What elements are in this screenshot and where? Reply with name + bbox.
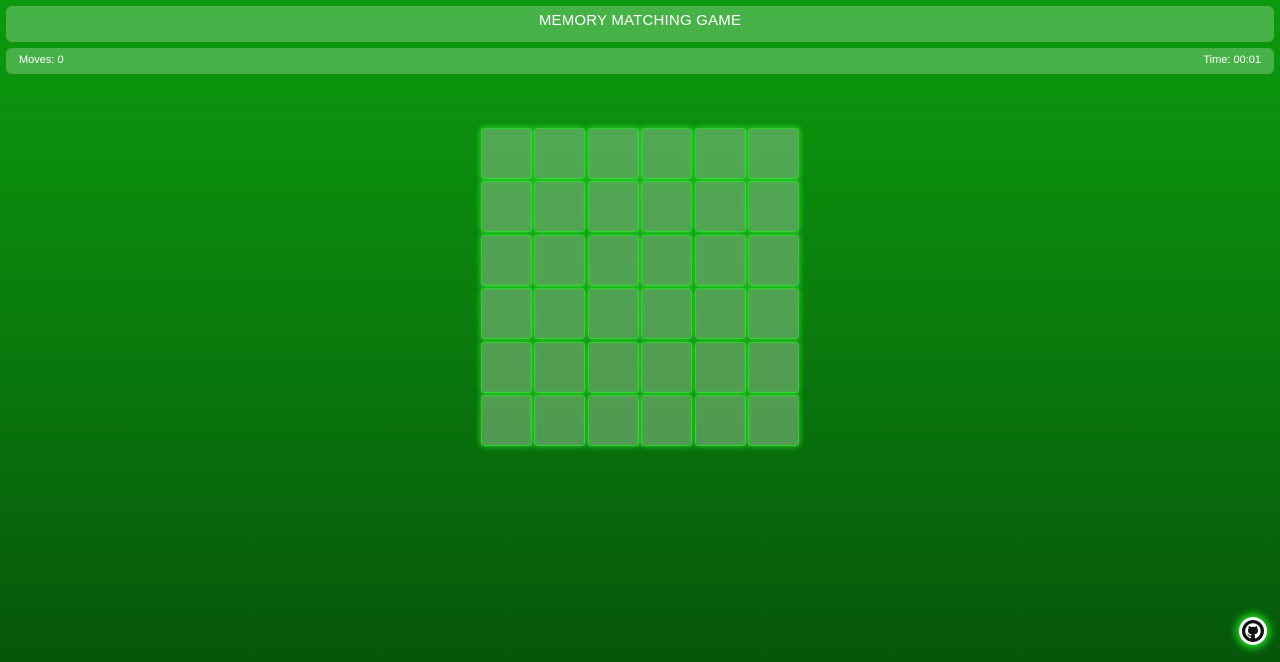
card-face-down[interactable] [641,181,693,233]
card-face-down[interactable] [587,234,639,286]
status-bar: Moves: 0 Time: 00:01 [6,48,1274,74]
card-face-down[interactable] [641,394,693,446]
card-face-down[interactable] [694,341,746,393]
card-face-down[interactable] [481,128,532,179]
card-face-down[interactable] [481,341,532,393]
card-face-down[interactable] [694,234,746,286]
card-face-down[interactable] [481,394,532,446]
github-link[interactable] [1239,617,1267,645]
moves-counter: Moves: 0 [19,54,64,66]
header-bar: MEMORY MATCHING GAME [6,6,1274,42]
card-face-down[interactable] [747,394,799,446]
card-face-down[interactable] [481,234,532,286]
card-face-down[interactable] [747,128,799,179]
card-face-down[interactable] [694,128,746,179]
card-face-down[interactable] [534,128,586,179]
card-face-down[interactable] [641,234,693,286]
card-face-down[interactable] [481,288,532,340]
card-face-down[interactable] [694,181,746,233]
github-icon [1242,620,1264,642]
card-face-down[interactable] [481,181,532,233]
game-board [481,128,801,448]
card-face-down[interactable] [747,341,799,393]
card-face-down[interactable] [587,341,639,393]
card-face-down[interactable] [534,234,586,286]
card-face-down[interactable] [587,288,639,340]
timer: Time: 00:01 [1203,54,1261,66]
card-face-down[interactable] [587,181,639,233]
card-face-down[interactable] [747,181,799,233]
card-face-down[interactable] [534,394,586,446]
card-face-down[interactable] [694,394,746,446]
card-face-down[interactable] [641,128,693,179]
card-face-down[interactable] [534,341,586,393]
card-face-down[interactable] [534,288,586,340]
card-face-down[interactable] [587,128,639,179]
card-face-down[interactable] [641,288,693,340]
page-title: MEMORY MATCHING GAME [538,12,742,29]
card-face-down[interactable] [587,394,639,446]
card-face-down[interactable] [641,341,693,393]
card-face-down[interactable] [534,181,586,233]
card-face-down[interactable] [747,288,799,340]
card-face-down[interactable] [747,234,799,286]
card-face-down[interactable] [694,288,746,340]
